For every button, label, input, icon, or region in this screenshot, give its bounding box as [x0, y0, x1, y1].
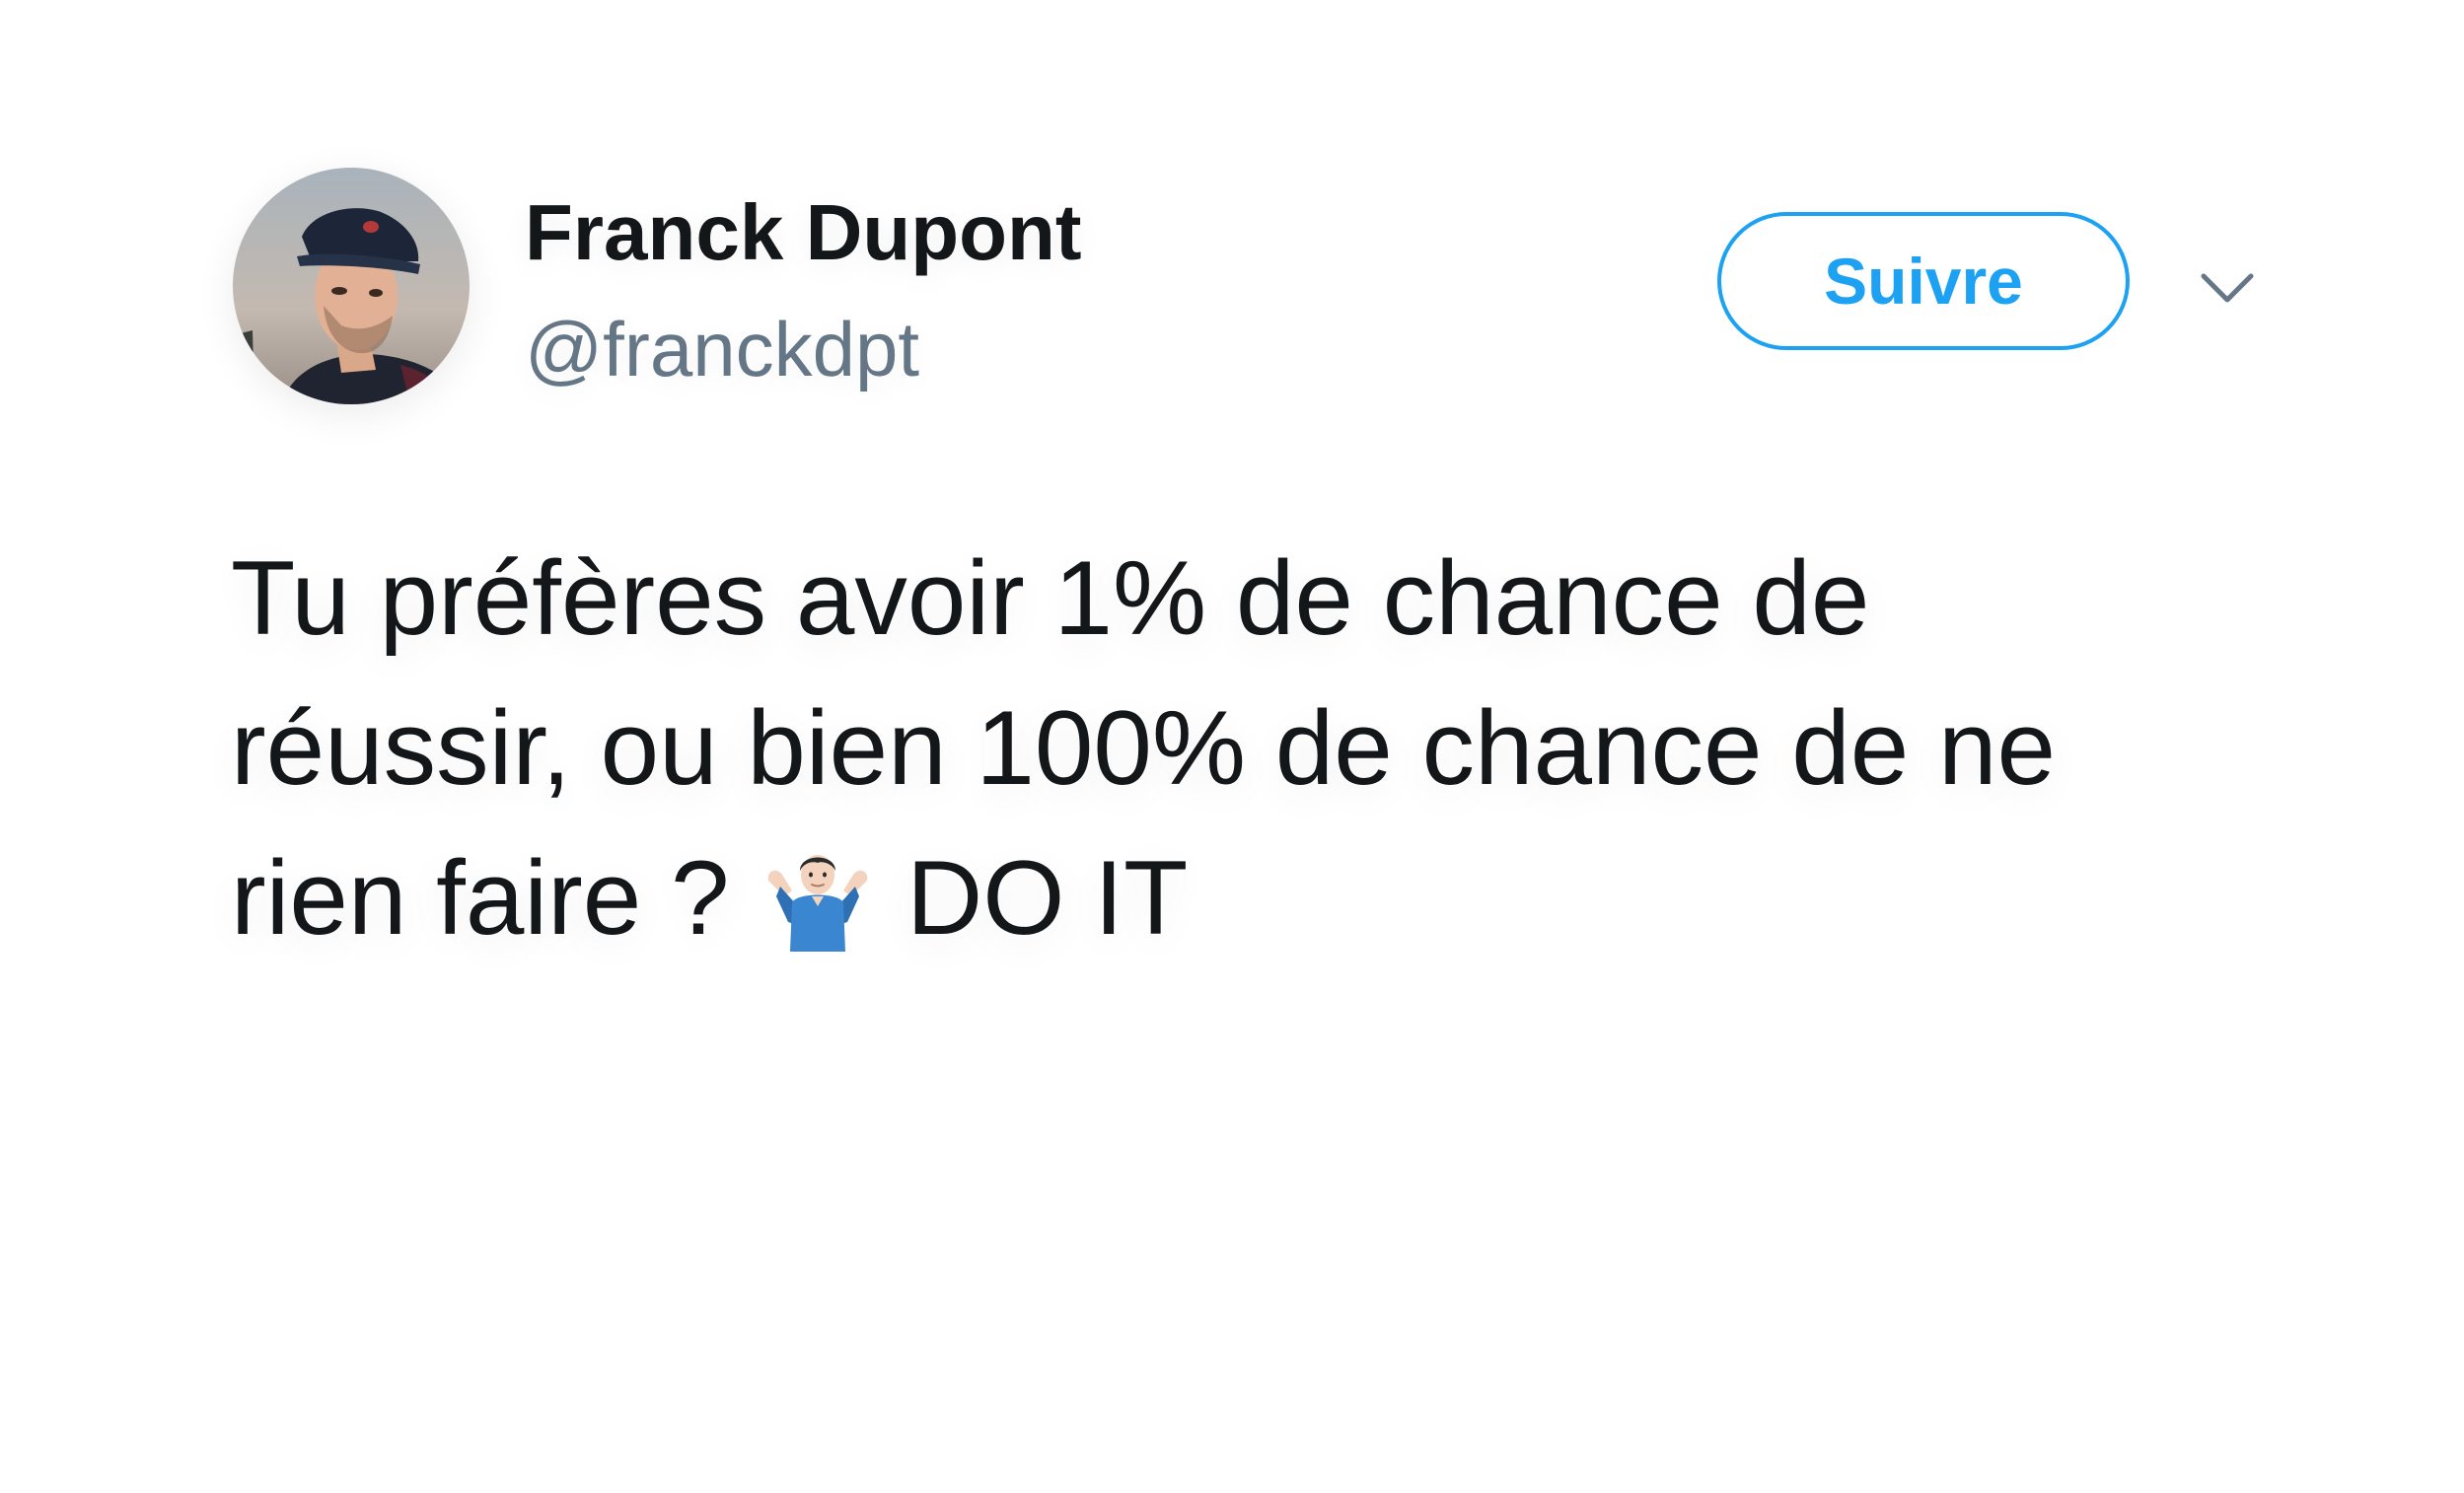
avatar[interactable]	[233, 168, 470, 404]
tweet-text: Tu préfères avoir 1% de chance de réussi…	[231, 523, 2253, 972]
chevron-down-icon[interactable]	[2200, 268, 2255, 308]
display-name[interactable]: Franck Dupont	[525, 193, 1081, 272]
man-shrugging-emoji-icon	[762, 841, 873, 952]
tweet-text-segment: DO IT	[877, 838, 1189, 957]
user-handle[interactable]: @franckdpt	[525, 311, 919, 388]
avatar-image	[233, 168, 470, 404]
tweet-text-line: réussir, ou bien 100% de chance de ne	[231, 688, 2057, 807]
tweet-text-line: Tu préfères avoir 1% de chance de	[231, 538, 1870, 657]
tweet-text-segment: rien faire ?	[231, 838, 760, 957]
tweet-card: Franck Dupont @franckdpt Suivre Tu préfè…	[0, 0, 2464, 1493]
follow-button[interactable]: Suivre	[1717, 212, 2130, 350]
tweet-text-line: rien faire ? DO IT	[231, 822, 2253, 972]
